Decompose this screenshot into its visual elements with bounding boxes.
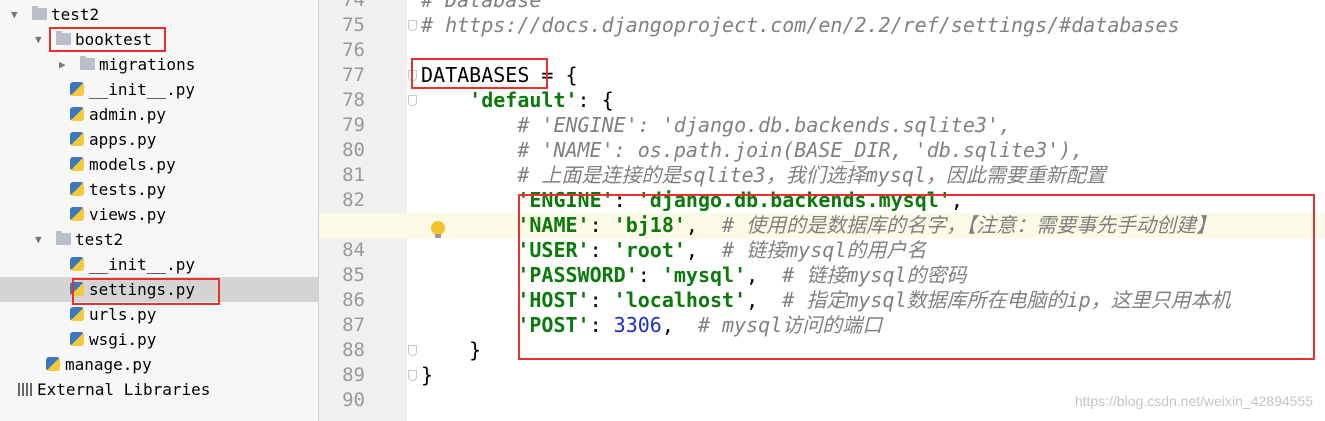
tree-item-label: migrations [99,55,196,74]
highlight-box-settings [72,278,220,305]
python-file-icon [70,182,84,196]
tree-item-label: External Libraries [37,380,211,399]
chevron-down-icon[interactable]: ▼ [35,227,42,252]
highlight-box-booktest [49,27,166,52]
tree-item-label: wsgi.py [89,330,157,349]
project-tree-panel: ▼ test2 ▼ booktest ▶ migrations __init__.py adm… [0,0,319,421]
fold-marker-icon[interactable] [408,345,417,356]
tree-item[interactable]: urls.py [0,302,318,327]
code-text: # 'NAME': os.path.join(BASE_DIR, 'db.sql… [421,138,1084,162]
tree-item[interactable]: manage.py [0,352,318,377]
python-file-icon [70,107,84,121]
code-line[interactable]: 'default': { [319,88,1325,113]
highlight-box-mysql-config [518,194,1315,360]
tree-item[interactable]: models.py [0,152,318,177]
tree-item[interactable]: views.py [0,202,318,227]
fold-marker-icon[interactable] [408,370,417,381]
code-text: # https://docs.djangoproject.com/en/2.2/… [421,13,1180,37]
tree-item[interactable]: ▼ test2 [0,227,318,252]
code-line[interactable]: # https://docs.djangoproject.com/en/2.2/… [319,13,1325,38]
tree-item[interactable]: apps.py [0,127,318,152]
python-file-icon [70,332,84,346]
tree-item[interactable]: __init__.py [0,77,318,102]
tree-item-label: test2 [75,230,124,249]
tree-item[interactable]: ▼ test2 [0,2,318,27]
code-text: # 'ENGINE': 'django.db.backends.sqlite3'… [421,113,1012,137]
tree-item-label: urls.py [89,305,157,324]
watermark: https://blog.csdn.net/weixin_42894555 [1074,393,1313,409]
code-line[interactable]: # Database [319,0,1325,13]
python-file-icon [46,357,60,371]
python-file-icon [70,307,84,321]
code-text: } [421,338,482,362]
tree-item[interactable]: tests.py [0,177,318,202]
tree-item[interactable]: ▶ migrations [0,52,318,77]
python-file-icon [70,207,84,221]
tree-item-label: __init__.py [89,255,195,274]
python-file-icon [70,157,84,171]
highlight-box-databases [411,58,548,89]
code-text: # Database [421,0,542,12]
tree-item-label: views.py [89,205,167,224]
tree-item[interactable]: External Libraries [0,377,318,402]
tree-item[interactable]: wsgi.py [0,327,318,352]
tree-item-label: test2 [51,5,100,24]
tree-item-label: __init__.py [89,80,195,99]
python-file-icon [70,132,84,146]
chevron-right-icon[interactable]: ▶ [59,52,66,77]
code-line[interactable]: # 上面是连接的是sqlite3，我们选择mysql，因此需要重新配置 [319,163,1325,188]
folder-icon [56,231,71,245]
tree-item-label: apps.py [89,130,157,149]
python-file-icon [70,257,84,271]
chevron-down-icon[interactable]: ▼ [11,2,18,27]
folder-icon [80,56,95,70]
library-icon [18,383,34,396]
tree-item-label: models.py [89,155,176,174]
code-text: # 上面是连接的是sqlite3，我们选择mysql，因此需要重新配置 [421,163,1106,187]
lightbulb-icon[interactable] [431,221,445,238]
code-text: } [421,363,434,387]
code-line[interactable]: # 'NAME': os.path.join(BASE_DIR, 'db.sql… [319,138,1325,163]
code-text: 'default': { [469,88,614,112]
code-line[interactable]: } [319,363,1325,388]
tree-item-label: manage.py [65,355,152,374]
fold-marker-icon[interactable] [408,20,417,31]
fold-marker-icon[interactable] [408,95,417,106]
chevron-down-icon[interactable]: ▼ [35,27,42,52]
tree-item[interactable]: admin.py [0,102,318,127]
tree-item-label: admin.py [89,105,167,124]
tree-item-label: tests.py [89,180,167,199]
python-file-icon [70,82,84,96]
tree-item[interactable]: __init__.py [0,252,318,277]
folder-icon [32,6,47,20]
code-line[interactable]: # 'ENGINE': 'django.db.backends.sqlite3'… [319,113,1325,138]
